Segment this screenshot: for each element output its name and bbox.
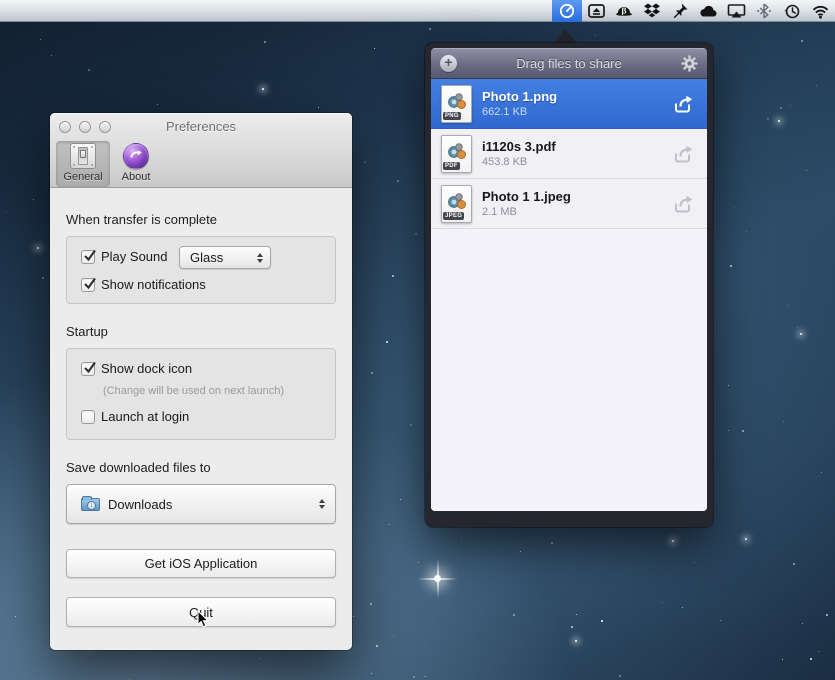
file-name: i1120s 3.pdf bbox=[482, 139, 671, 155]
file-size: 453.8 KB bbox=[482, 155, 671, 169]
section-label-startup: Startup bbox=[66, 324, 108, 339]
bright-star bbox=[434, 575, 441, 582]
stepper-arrows-icon bbox=[257, 253, 263, 263]
downloads-folder-icon: ↓ bbox=[81, 498, 100, 511]
general-switch-icon bbox=[70, 143, 96, 169]
beta-icon[interactable]: β bbox=[610, 0, 638, 22]
section-label-save: Save downloaded files to bbox=[66, 460, 211, 475]
file-row-photo-1-png[interactable]: PNG Photo 1.png 662.1 KB bbox=[431, 79, 707, 129]
show-dock-icon-checkbox[interactable] bbox=[81, 362, 95, 376]
png-file-icon: PNG bbox=[441, 85, 472, 123]
file-row-i1120s-3-pdf[interactable]: PDF i1120s 3.pdf 453.8 KB bbox=[431, 129, 707, 179]
mouse-cursor bbox=[197, 610, 210, 634]
file-list-empty-area bbox=[431, 229, 707, 511]
time-machine-icon[interactable] bbox=[778, 0, 806, 22]
file-list: PNG Photo 1.png 662.1 KB bbox=[431, 79, 707, 511]
eject-box-icon[interactable] bbox=[582, 0, 610, 22]
launch-at-login-label: Launch at login bbox=[101, 409, 189, 424]
file-row-photo-1-1-jpeg[interactable]: JPEG Photo 1 1.jpeg 2.1 MB bbox=[431, 179, 707, 229]
show-dock-icon-label: Show dock icon bbox=[101, 361, 192, 376]
dock-icon-note: (Change will be used on next launch) bbox=[103, 385, 284, 397]
section-label-transfer: When transfer is complete bbox=[66, 212, 217, 227]
file-name: Photo 1.png bbox=[482, 89, 671, 105]
pdf-file-icon: PDF bbox=[441, 135, 472, 173]
preferences-window: Preferences General About When transfer … bbox=[50, 113, 352, 650]
file-name: Photo 1 1.jpeg bbox=[482, 189, 671, 205]
popover-title: Drag files to share bbox=[457, 56, 681, 71]
menu-bar-status-icons: β bbox=[552, 0, 834, 22]
preferences-content: When transfer is complete Play Sound Gla… bbox=[50, 188, 352, 650]
file-size: 2.1 MB bbox=[482, 205, 671, 219]
about-app-icon bbox=[123, 143, 149, 169]
airplay-icon[interactable] bbox=[722, 0, 750, 22]
bluetooth-icon[interactable] bbox=[750, 0, 778, 22]
play-sound-label: Play Sound bbox=[101, 249, 168, 264]
popover-header: + Drag files to share bbox=[431, 48, 707, 79]
stepper-arrows-icon bbox=[319, 499, 325, 509]
startup-groupbox: Show dock icon (Change will be used on n… bbox=[66, 348, 336, 440]
show-notifications-checkbox[interactable] bbox=[81, 278, 95, 292]
app-timer-icon[interactable] bbox=[552, 0, 582, 22]
window-header[interactable]: Preferences General About bbox=[50, 113, 352, 188]
launch-at-login-checkbox[interactable] bbox=[81, 410, 95, 424]
transfer-groupbox: Play Sound Glass Show notifications bbox=[66, 236, 336, 304]
tab-general[interactable]: General bbox=[56, 141, 110, 187]
dropbox-icon[interactable] bbox=[638, 0, 666, 22]
share-icon[interactable] bbox=[671, 94, 695, 114]
share-icon[interactable] bbox=[671, 194, 695, 214]
save-location-select[interactable]: ↓ Downloads bbox=[66, 484, 336, 524]
tab-about[interactable]: About bbox=[112, 141, 160, 187]
file-size: 662.1 KB bbox=[482, 105, 671, 119]
get-ios-application-button[interactable]: Get iOS Application bbox=[66, 549, 336, 578]
window-title: Preferences bbox=[50, 119, 352, 134]
jpeg-file-icon: JPEG bbox=[441, 185, 472, 223]
show-notifications-label: Show notifications bbox=[101, 277, 206, 292]
svg-text:β: β bbox=[621, 6, 626, 16]
sound-select[interactable]: Glass bbox=[179, 246, 271, 269]
menu-bar: β bbox=[0, 0, 835, 22]
pushpin-icon[interactable] bbox=[666, 0, 694, 22]
play-sound-checkbox[interactable] bbox=[81, 250, 95, 264]
cloud-icon[interactable] bbox=[694, 0, 722, 22]
gear-icon[interactable] bbox=[681, 55, 698, 72]
popover-panel: + Drag files to share bbox=[425, 43, 713, 527]
share-icon[interactable] bbox=[671, 144, 695, 164]
add-file-button[interactable]: + bbox=[440, 55, 457, 72]
wifi-icon[interactable] bbox=[806, 0, 834, 22]
